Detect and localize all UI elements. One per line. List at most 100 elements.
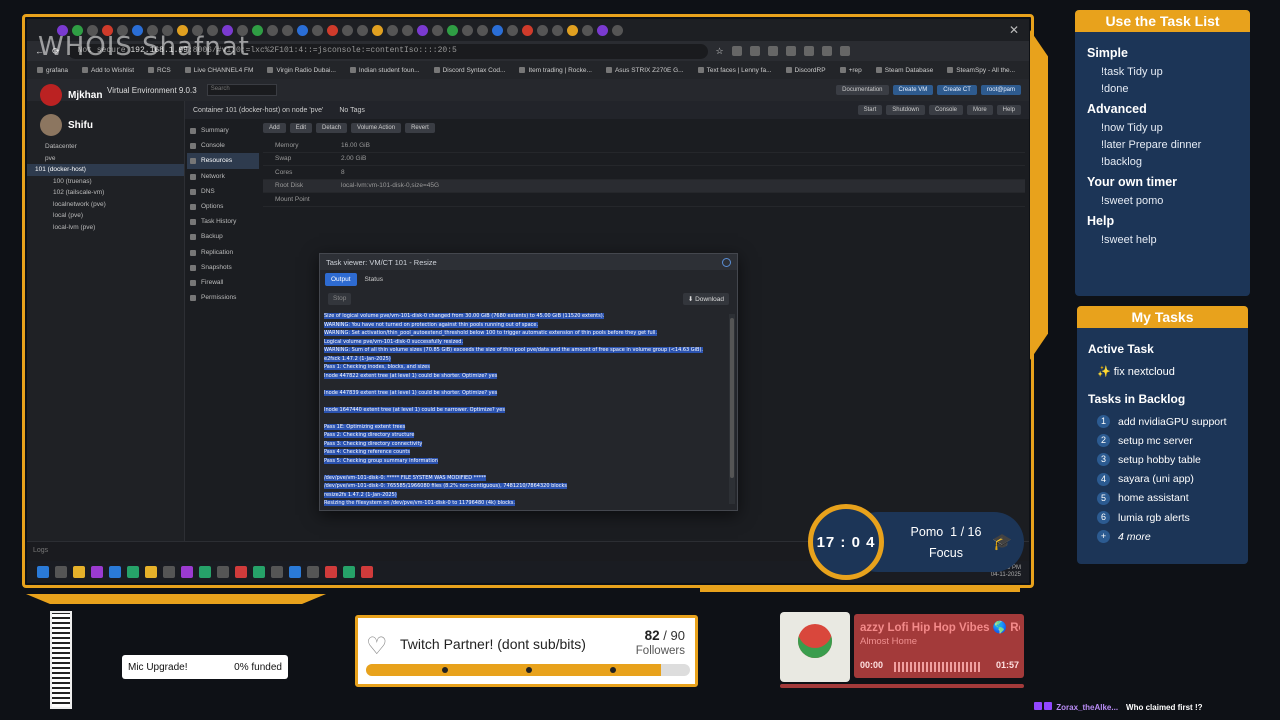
bookmark-item[interactable]: Live CHANNEL4 FM xyxy=(185,67,254,74)
tab-favicon[interactable] xyxy=(612,24,623,36)
tab-favicon[interactable] xyxy=(387,24,398,36)
container-menu-item[interactable]: Replication xyxy=(187,245,259,260)
tree-item[interactable]: localnetwork (pve) xyxy=(45,199,184,211)
bookmark-item[interactable]: Virgin Radio Dubai... xyxy=(267,67,336,74)
taskbar-app-icon[interactable] xyxy=(55,566,67,578)
taskbar-app-icon[interactable] xyxy=(109,566,121,578)
tab-favicon[interactable] xyxy=(432,24,443,36)
bookmark-item[interactable]: Item trading | Rocke... xyxy=(519,67,591,74)
container-action-button[interactable]: Start xyxy=(857,105,883,115)
resource-row[interactable]: Mount Point xyxy=(263,193,1025,207)
bookmark-item[interactable]: Indian student foun... xyxy=(350,67,420,74)
tree-item[interactable]: Datacenter xyxy=(45,141,184,153)
log-scrollbar[interactable] xyxy=(729,314,735,504)
tab-favicon[interactable] xyxy=(447,24,458,36)
container-menu-item[interactable]: DNS xyxy=(187,184,259,199)
tab-favicon[interactable] xyxy=(522,24,533,36)
tab-favicon[interactable] xyxy=(327,24,338,36)
resource-row[interactable]: Memory 16.00 GiB xyxy=(263,139,1025,153)
tab-favicon[interactable] xyxy=(507,24,518,36)
container-menu-item[interactable]: Snapshots xyxy=(187,260,259,275)
resources-toolbar-button[interactable]: Volume Action xyxy=(351,123,402,133)
start-icon[interactable] xyxy=(37,566,49,578)
extension-icon[interactable] xyxy=(767,46,778,56)
extension-icon[interactable] xyxy=(803,46,814,56)
tab-favicon[interactable] xyxy=(342,24,353,36)
tree-item[interactable]: 101 (docker-host) xyxy=(27,164,184,176)
taskbar-app-icon[interactable] xyxy=(343,566,355,578)
tree-item[interactable]: pve xyxy=(45,153,184,165)
container-action-button[interactable]: More xyxy=(966,105,993,115)
container-menu-item[interactable]: Options xyxy=(187,199,259,214)
taskbar-app-icon[interactable] xyxy=(307,566,319,578)
tab-favicon[interactable] xyxy=(252,24,263,36)
bookmark-item[interactable]: Steam Database xyxy=(876,67,933,74)
bookmark-item[interactable]: Asus STRIX Z270E G... xyxy=(606,67,684,74)
taskbar-app-icon[interactable] xyxy=(361,566,373,578)
tab-favicon[interactable] xyxy=(567,24,578,36)
tags-label[interactable]: No Tags xyxy=(339,107,365,114)
tab-favicon[interactable] xyxy=(417,24,428,36)
tab-favicon[interactable] xyxy=(582,24,593,36)
tab-favicon[interactable] xyxy=(492,24,503,36)
bookmark-item[interactable]: Add to Wishlist xyxy=(82,67,134,74)
tree-item[interactable]: 100 (truenas) xyxy=(45,176,184,188)
resource-row[interactable]: Cores 8 xyxy=(263,166,1025,180)
download-button[interactable]: ⬇ Download xyxy=(682,293,729,305)
tab-favicon[interactable] xyxy=(477,24,488,36)
pve-search-input[interactable]: Search xyxy=(206,84,277,96)
taskbar-app-icon[interactable] xyxy=(91,566,103,578)
header-button[interactable]: Create VM xyxy=(892,85,934,95)
tab-favicon[interactable] xyxy=(462,24,473,36)
star-icon[interactable]: ☆ xyxy=(716,46,724,57)
container-action-button[interactable]: Shutdown xyxy=(886,105,925,115)
tab-favicon[interactable] xyxy=(537,24,548,36)
extension-icon[interactable] xyxy=(839,46,850,56)
taskbar-app-icon[interactable] xyxy=(253,566,265,578)
taskbar-app-icon[interactable] xyxy=(217,566,229,578)
extension-icon[interactable] xyxy=(749,46,760,56)
resources-toolbar-button[interactable]: Detach xyxy=(316,123,348,133)
tab-favicon[interactable] xyxy=(357,24,368,36)
tab-favicon[interactable] xyxy=(597,24,608,36)
taskbar-app-icon[interactable] xyxy=(181,566,193,578)
tab-favicon[interactable] xyxy=(552,24,563,36)
bookmark-item[interactable]: Text faces | Lenny fa... xyxy=(698,67,772,74)
resources-toolbar-button[interactable]: Edit xyxy=(289,123,313,133)
close-window-icon[interactable]: ✕ xyxy=(1009,23,1019,37)
taskbar-app-icon[interactable] xyxy=(289,566,301,578)
resource-row[interactable]: Root Disk local-lvm:vm-101-disk-0,size=45… xyxy=(263,179,1025,193)
taskbar-app-icon[interactable] xyxy=(127,566,139,578)
container-action-button[interactable]: Help xyxy=(996,105,1021,115)
extension-icon[interactable] xyxy=(731,46,742,56)
extension-icon[interactable] xyxy=(821,46,832,56)
bookmark-item[interactable]: +rep xyxy=(840,67,862,74)
tab-favicon[interactable] xyxy=(402,24,413,36)
container-menu-item[interactable]: Console xyxy=(187,138,259,153)
taskbar-app-icon[interactable] xyxy=(235,566,247,578)
container-menu-item[interactable]: Task History xyxy=(187,214,259,229)
folder-icon[interactable] xyxy=(73,566,85,578)
taskbar-app-icon[interactable] xyxy=(199,566,211,578)
taskbar-app-icon[interactable] xyxy=(163,566,175,578)
task-output-log[interactable]: Size of logical volume pve/vm-101-disk-0… xyxy=(324,312,725,506)
tab-favicon[interactable] xyxy=(297,24,308,36)
tab-favicon[interactable] xyxy=(372,24,383,36)
help-icon[interactable] xyxy=(722,258,731,267)
container-menu-item[interactable]: Firewall xyxy=(187,275,259,290)
container-menu-item[interactable]: Permissions xyxy=(187,290,259,305)
bookmark-item[interactable]: grafana xyxy=(37,67,68,74)
container-menu-item[interactable]: Backup xyxy=(187,229,259,244)
tab-favicon[interactable] xyxy=(312,24,323,36)
tab-favicon[interactable] xyxy=(282,24,293,36)
bookmark-item[interactable]: RCS xyxy=(148,67,171,74)
stop-button[interactable]: Stop xyxy=(328,293,352,305)
taskbar-app-icon[interactable] xyxy=(145,566,157,578)
resources-toolbar-button[interactable]: Add xyxy=(263,123,286,133)
extension-icon[interactable] xyxy=(785,46,796,56)
bookmark-item[interactable]: SteamSpy - All the... xyxy=(947,67,1015,74)
resources-toolbar-button[interactable]: Revert xyxy=(405,123,435,133)
container-menu-item[interactable]: Summary xyxy=(187,123,259,138)
resource-row[interactable]: Swap 2.00 GiB xyxy=(263,153,1025,166)
tree-item[interactable]: 102 (tailscale-vm) xyxy=(45,187,184,199)
